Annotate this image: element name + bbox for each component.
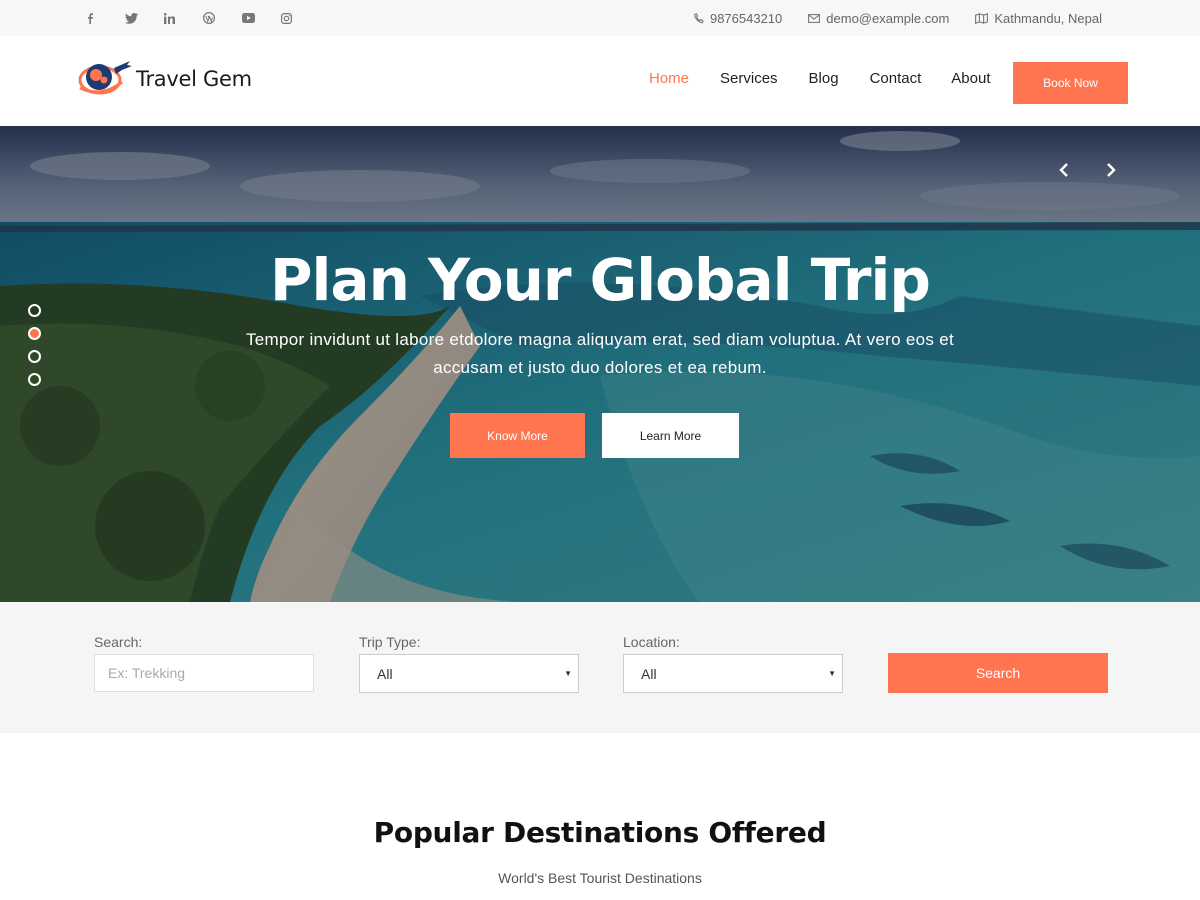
contact-info: 9876543210 demo@example.com Kathmandu, N… [668,0,1102,36]
youtube-icon[interactable] [242,13,281,23]
search-placeholder: Ex: Trekking [108,665,186,681]
trip-type-value: All [377,665,393,682]
search-label: Search: [94,634,143,650]
hero-slider: Plan Your Global Trip Tempor invidunt ut… [0,126,1200,602]
slide-dot-2[interactable] [28,327,41,340]
location-value: All [641,665,657,682]
twitter-icon[interactable] [125,12,164,24]
chevron-down-icon: ▼ [564,669,572,678]
location-label: Location: [623,634,680,650]
map-icon [975,12,989,24]
nav-about[interactable]: About [951,70,990,87]
trip-search-bar: Search: Ex: Trekking Trip Type: All ▼ Lo… [0,602,1200,733]
nav-contact[interactable]: Contact [870,70,922,87]
nav-home[interactable]: Home [649,70,689,87]
next-slide-button[interactable] [1101,159,1121,181]
chevron-right-icon [1107,163,1116,177]
social-links [86,0,320,36]
prev-slide-button[interactable] [1054,159,1074,181]
slide-dot-3[interactable] [28,350,41,363]
learn-more-button[interactable]: Learn More [602,413,739,458]
slide-pagination [28,304,41,396]
nav-services[interactable]: Services [720,70,778,87]
email-item[interactable]: demo@example.com [808,11,949,26]
wordpress-icon[interactable] [203,12,242,24]
trip-type-label: Trip Type: [359,634,421,650]
know-more-button[interactable]: Know More [450,413,585,458]
phone-icon [693,12,704,23]
globe-plane-logo-icon [78,61,132,95]
search-input[interactable]: Ex: Trekking [94,654,314,692]
location-item[interactable]: Kathmandu, Nepal [975,11,1102,26]
main-nav: Home Services Blog Contact About [649,70,990,87]
email-address: demo@example.com [826,10,950,26]
location-text: Kathmandu, Nepal [994,10,1102,26]
phone-number: 9876543210 [709,10,783,26]
slide-dot-4[interactable] [28,373,41,386]
chevron-down-icon: ▼ [828,669,836,678]
section-subtitle: World's Best Tourist Destinations [498,870,702,886]
logo-text: Travel Gem [136,67,252,91]
book-now-button[interactable]: Book Now [1013,62,1128,104]
logo[interactable]: Travel Gem [78,58,252,100]
site-header: Travel Gem Home Services Blog Contact Ab… [0,36,1200,126]
linkedin-icon[interactable] [164,12,203,24]
search-button[interactable]: Search [888,653,1108,693]
chevron-left-icon [1059,163,1068,177]
hero-subtitle: Tempor invidunt ut labore etdolore magna… [245,330,955,377]
section-title: Popular Destinations Offered [373,816,827,849]
envelope-icon [808,13,821,23]
hero-title: Plan Your Global Trip [270,246,931,314]
trip-type-select[interactable]: All ▼ [359,654,579,693]
instagram-icon[interactable] [281,12,320,24]
facebook-icon[interactable] [86,12,125,24]
top-bar: 9876543210 demo@example.com Kathmandu, N… [0,0,1200,36]
nav-blog[interactable]: Blog [809,70,839,87]
location-select[interactable]: All ▼ [623,654,843,693]
phone-item[interactable]: 9876543210 [693,10,783,26]
